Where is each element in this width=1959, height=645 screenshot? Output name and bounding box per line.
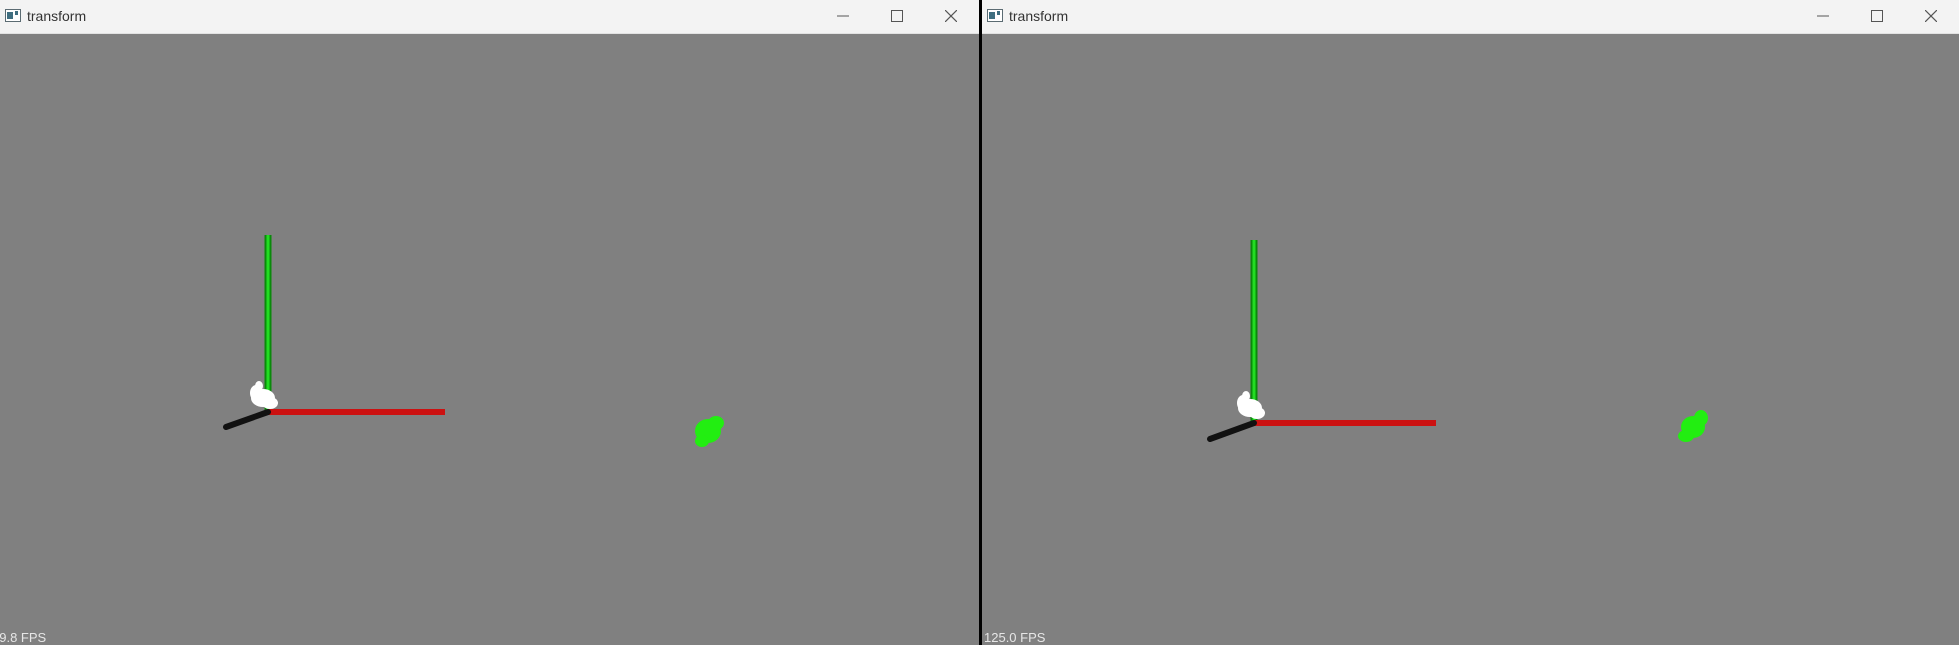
green-bunny-model (695, 416, 724, 447)
white-bunny-model (250, 381, 278, 409)
maximize-button[interactable] (874, 0, 920, 32)
transform-window-left[interactable]: transform 9.8 FPS (0, 0, 979, 645)
app-window-icon (987, 9, 1003, 22)
fps-counter: 125.0 FPS (984, 630, 1046, 645)
z-axis (1207, 420, 1257, 442)
close-button[interactable] (1908, 0, 1954, 32)
maximize-button[interactable] (1854, 0, 1900, 32)
title-bar[interactable]: transform (0, 0, 979, 34)
window-title: transform (27, 8, 87, 24)
scene-canvas (223, 235, 724, 447)
render-viewport[interactable]: 125.0 FPS (982, 34, 1959, 645)
minimize-icon (1817, 15, 1829, 17)
render-viewport[interactable]: 99.8 FPS (0, 34, 979, 645)
maximize-icon (1871, 10, 1883, 22)
title-bar[interactable]: transform (982, 0, 1959, 34)
close-icon (1925, 10, 1937, 22)
maximize-icon (891, 10, 903, 22)
minimize-button[interactable] (820, 0, 866, 32)
window-title: transform (1009, 8, 1069, 24)
minimize-button[interactable] (1800, 0, 1846, 32)
green-bunny-model (1678, 410, 1708, 442)
z-axis (223, 409, 271, 430)
scene-canvas (1207, 240, 1708, 442)
close-icon (945, 10, 957, 22)
app-window-icon (5, 9, 21, 22)
fps-counter: 99.8 FPS (0, 630, 47, 645)
close-button[interactable] (928, 0, 974, 32)
transform-window-right[interactable]: transform 125.0 FPS (982, 0, 1959, 645)
minimize-icon (837, 15, 849, 17)
